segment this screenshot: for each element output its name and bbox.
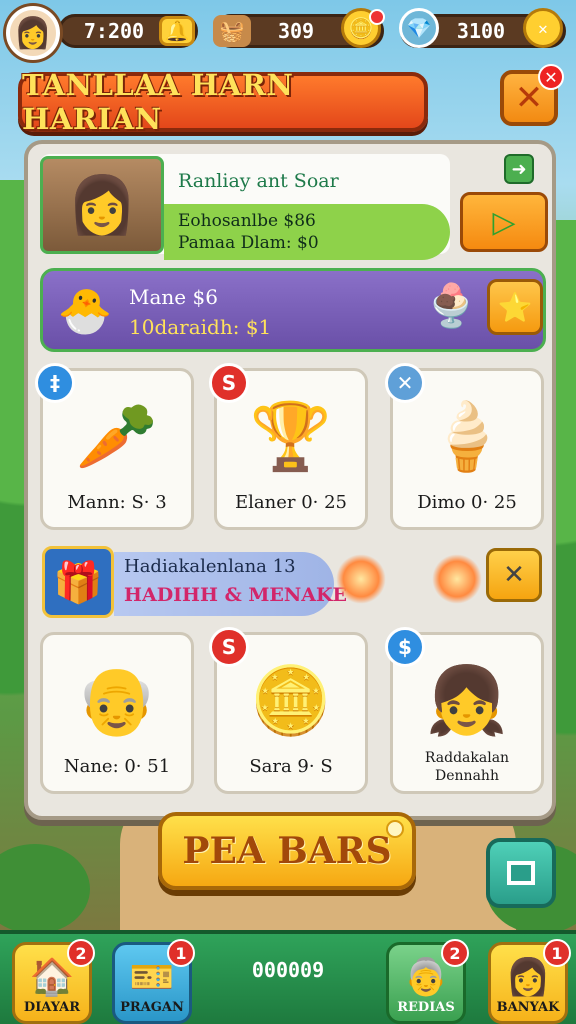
basket-value: 309 <box>277 19 315 43</box>
gem-value: 3100 <box>456 19 506 43</box>
featured-line2: Pamaa Dlam: $0 <box>178 233 319 253</box>
avatar[interactable]: 👩 <box>6 6 60 60</box>
cta-label: PEA BARS <box>182 830 392 872</box>
event-row: 🎁 Hadiakalenlana 13 HADIHH & MENAKE ✕ <box>40 544 546 620</box>
nav-pragan-label: PRAGAN <box>120 1000 184 1015</box>
play-button[interactable]: ▷ <box>460 192 548 252</box>
tile-caption: Elaner 0· 25 <box>235 492 347 513</box>
ice-cream-cone-icon: 🍦 <box>425 398 509 475</box>
featured-name: Ranliay ant Soar <box>178 170 339 192</box>
star-icon: ⭐ <box>497 290 533 324</box>
tile-caption: Dimo 0· 25 <box>417 492 517 513</box>
mascot-icon: 🐣 <box>57 286 113 337</box>
event-title: Hadiakalenlana 13 <box>124 556 296 577</box>
promo-star-button[interactable]: ⭐ <box>487 279 543 335</box>
promo-line1: Mane $6 <box>129 285 218 309</box>
nav-home-badge: 2 <box>67 939 95 967</box>
fullscreen-button[interactable] <box>486 838 556 908</box>
radish-icon: 🥕 <box>75 398 159 475</box>
ticket-icon: 🎫 <box>129 957 175 998</box>
promo-line2: 10daraidh: $1 <box>129 315 272 339</box>
sparkle-icon <box>432 554 482 604</box>
gold-coin-icon: 🪙 <box>249 662 333 739</box>
page-title: TANLLAA HARN HARIAN <box>22 68 294 136</box>
sparkle-icon <box>336 554 386 604</box>
coin-value: 7:200 <box>83 19 145 43</box>
shop-tile[interactable]: S 🪙 Sara 9· S <box>209 627 368 794</box>
bell-icon[interactable]: 🔔 <box>159 16 195 46</box>
notification-dot <box>369 9 385 25</box>
promo-row: 🐣 Mane $6 10daraidh: $1 🍨 ⭐ <box>40 268 546 352</box>
nav-readias-label: REDIAS <box>397 1000 455 1015</box>
top-hud: 7:200 🔔 🧺 309 🪙 💎 3100 ✕ 👩 <box>0 4 576 60</box>
main-panel: 👩 Ranliay ant Soar Eohosanlbe $86 Pamaa … <box>24 140 556 820</box>
featured-line1: Eohosanlbe $86 <box>178 211 316 231</box>
nav-home-label: DIAYAR <box>23 1000 81 1015</box>
event-subtitle: HADIHH & MENAKE <box>124 584 347 606</box>
tile-caption: Nane: 0· 51 <box>63 756 171 777</box>
event-close-button[interactable]: ✕ <box>486 548 542 602</box>
elder-character-icon: 👴 <box>75 662 159 739</box>
nav-home[interactable]: 🏠 DIAYAR 2 <box>12 939 95 1024</box>
nav-banyak-badge: 1 <box>543 939 571 967</box>
tile-caption: Sara 9· S <box>249 756 333 777</box>
close-icon: ✕ <box>503 560 525 590</box>
shop-tile[interactable]: $ 👧 Raddakalan Dennahh <box>385 627 544 794</box>
house-icon: 🏠 <box>29 957 75 998</box>
bush-left <box>0 844 90 934</box>
close-button[interactable]: ✕ ✕ <box>500 64 564 126</box>
girl-character-icon: 👧 <box>425 662 509 739</box>
close-icon[interactable]: ✕ <box>523 8 563 48</box>
primary-cta-button[interactable]: PEA BARS <box>158 812 416 890</box>
close-icon: ✕ <box>514 78 544 118</box>
close-badge-icon: ✕ <box>538 64 564 90</box>
page-title-banner: TANLLAA HARN HARIAN <box>18 68 428 136</box>
shop-tile[interactable]: S 🏆 Elaner 0· 25 <box>209 363 368 530</box>
window-icon <box>507 861 535 885</box>
treasure-chest-icon[interactable]: 🎁 <box>42 546 114 618</box>
gem-icon: 💎 <box>399 8 439 48</box>
sparkle-icon <box>386 820 404 838</box>
gem-counter[interactable]: 💎 3100 ✕ <box>399 8 566 48</box>
tile-caption-line2: Dennahh <box>435 768 499 784</box>
featured-portrait: 👩 <box>40 156 164 254</box>
shop-tile[interactable]: ✕ 🍦 Dimo 0· 25 <box>385 363 544 530</box>
play-icon: ▷ <box>492 204 516 240</box>
nav-pragan[interactable]: 🎫 PRAGAN 1 <box>112 939 195 1024</box>
arrow-right-icon: ➜ <box>511 158 527 180</box>
shop-tile[interactable]: ‡ 🥕 Mann: S· 3 <box>35 363 194 530</box>
golden-cup-icon: 🏆 <box>249 398 333 475</box>
share-button[interactable]: ➜ <box>504 154 534 184</box>
shop-tile[interactable]: 👴 Nane: 0· 51 <box>40 632 194 794</box>
nav-banyak[interactable]: 👩 BANYAK 1 <box>488 939 571 1024</box>
girl-icon: 👩 <box>505 957 551 998</box>
coin-counter[interactable]: 7:200 🔔 <box>58 14 198 48</box>
bottom-nav: 🏠 DIAYAR 2 🎫 PRAGAN 1 000009 👵 REDIAS 2 … <box>0 930 576 1024</box>
nav-readias[interactable]: 👵 REDIAS 2 <box>386 939 469 1024</box>
nav-banyak-label: BANYAK <box>496 1000 560 1015</box>
nav-readias-badge: 2 <box>441 939 469 967</box>
tile-caption: Mann: S· 3 <box>67 492 167 513</box>
tile-caption-line1: Raddakalan <box>424 750 510 766</box>
featured-info: Eohosanlbe $86 Pamaa Dlam: $0 <box>164 204 450 260</box>
featured-card: 👩 Ranliay ant Soar Eohosanlbe $86 Pamaa … <box>40 154 450 260</box>
basket-icon: 🧺 <box>213 15 251 47</box>
tile-caption: Raddakalan Dennahh <box>393 749 541 785</box>
basket-counter[interactable]: 🧺 309 🪙 <box>213 8 385 48</box>
nav-pragan-badge: 1 <box>167 939 195 967</box>
center-counter: 000009 <box>251 958 325 982</box>
ice-cream-icon: 🍨 <box>425 281 478 330</box>
character-icon: 👵 <box>403 957 449 998</box>
